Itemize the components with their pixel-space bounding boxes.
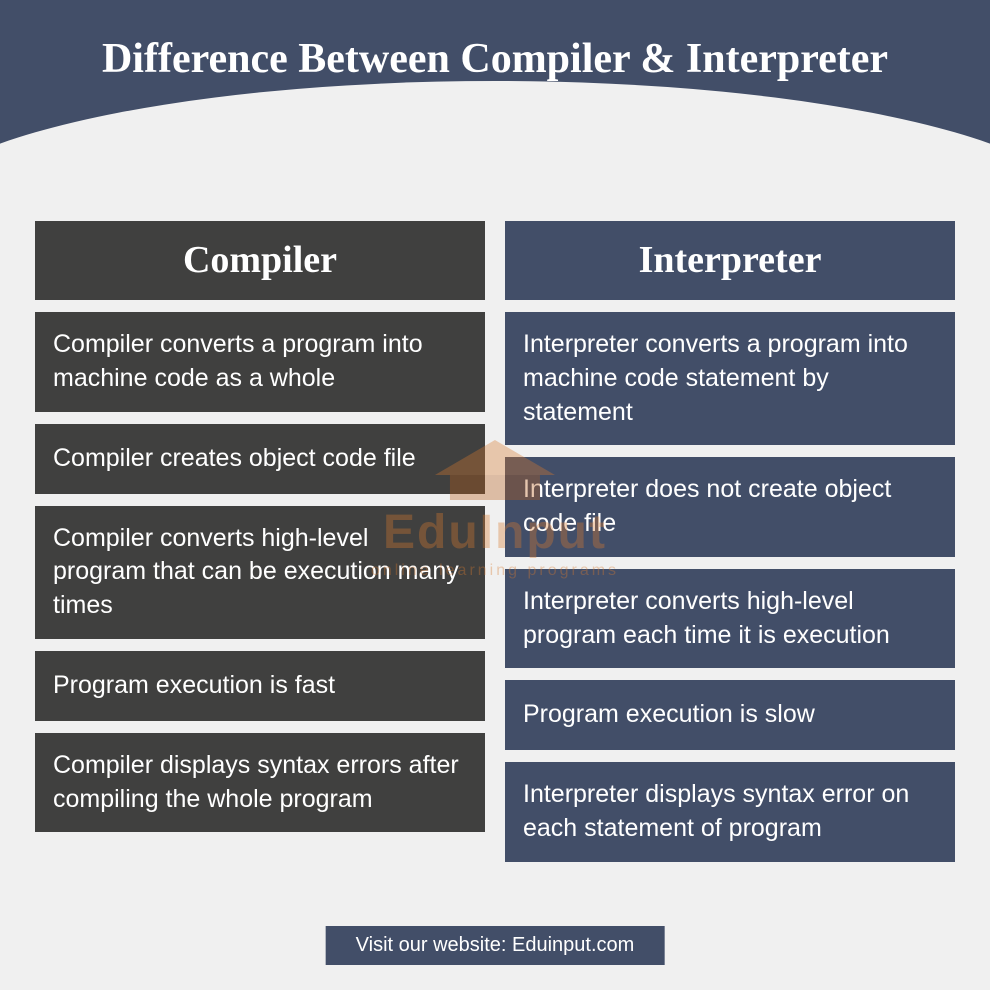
footer-banner: Visit our website: Eduinput.com	[326, 926, 665, 965]
compiler-column: Compiler Compiler converts a program int…	[35, 220, 485, 862]
comparison-table: Compiler Compiler converts a program int…	[0, 200, 990, 862]
table-row: Compiler converts high-level program tha…	[35, 506, 485, 639]
table-row: Compiler displays syntax errors after co…	[35, 733, 485, 833]
table-row: Interpreter does not create object code …	[505, 457, 955, 557]
table-row: Compiler converts a program into machine…	[35, 312, 485, 412]
table-row: Interpreter displays syntax error on eac…	[505, 762, 955, 862]
compiler-header: Compiler	[35, 220, 485, 300]
interpreter-header: Interpreter	[505, 220, 955, 300]
table-row: Interpreter converts a program into mach…	[505, 312, 955, 445]
table-row: Compiler creates object code file	[35, 424, 485, 494]
table-row: Program execution is fast	[35, 651, 485, 721]
interpreter-column: Interpreter Interpreter converts a progr…	[505, 220, 955, 862]
table-row: Program execution is slow	[505, 680, 955, 750]
page-title: Difference Between Compiler & Interprete…	[102, 35, 888, 83]
header-banner: Difference Between Compiler & Interprete…	[0, 0, 990, 220]
table-row: Interpreter converts high-level program …	[505, 569, 955, 669]
